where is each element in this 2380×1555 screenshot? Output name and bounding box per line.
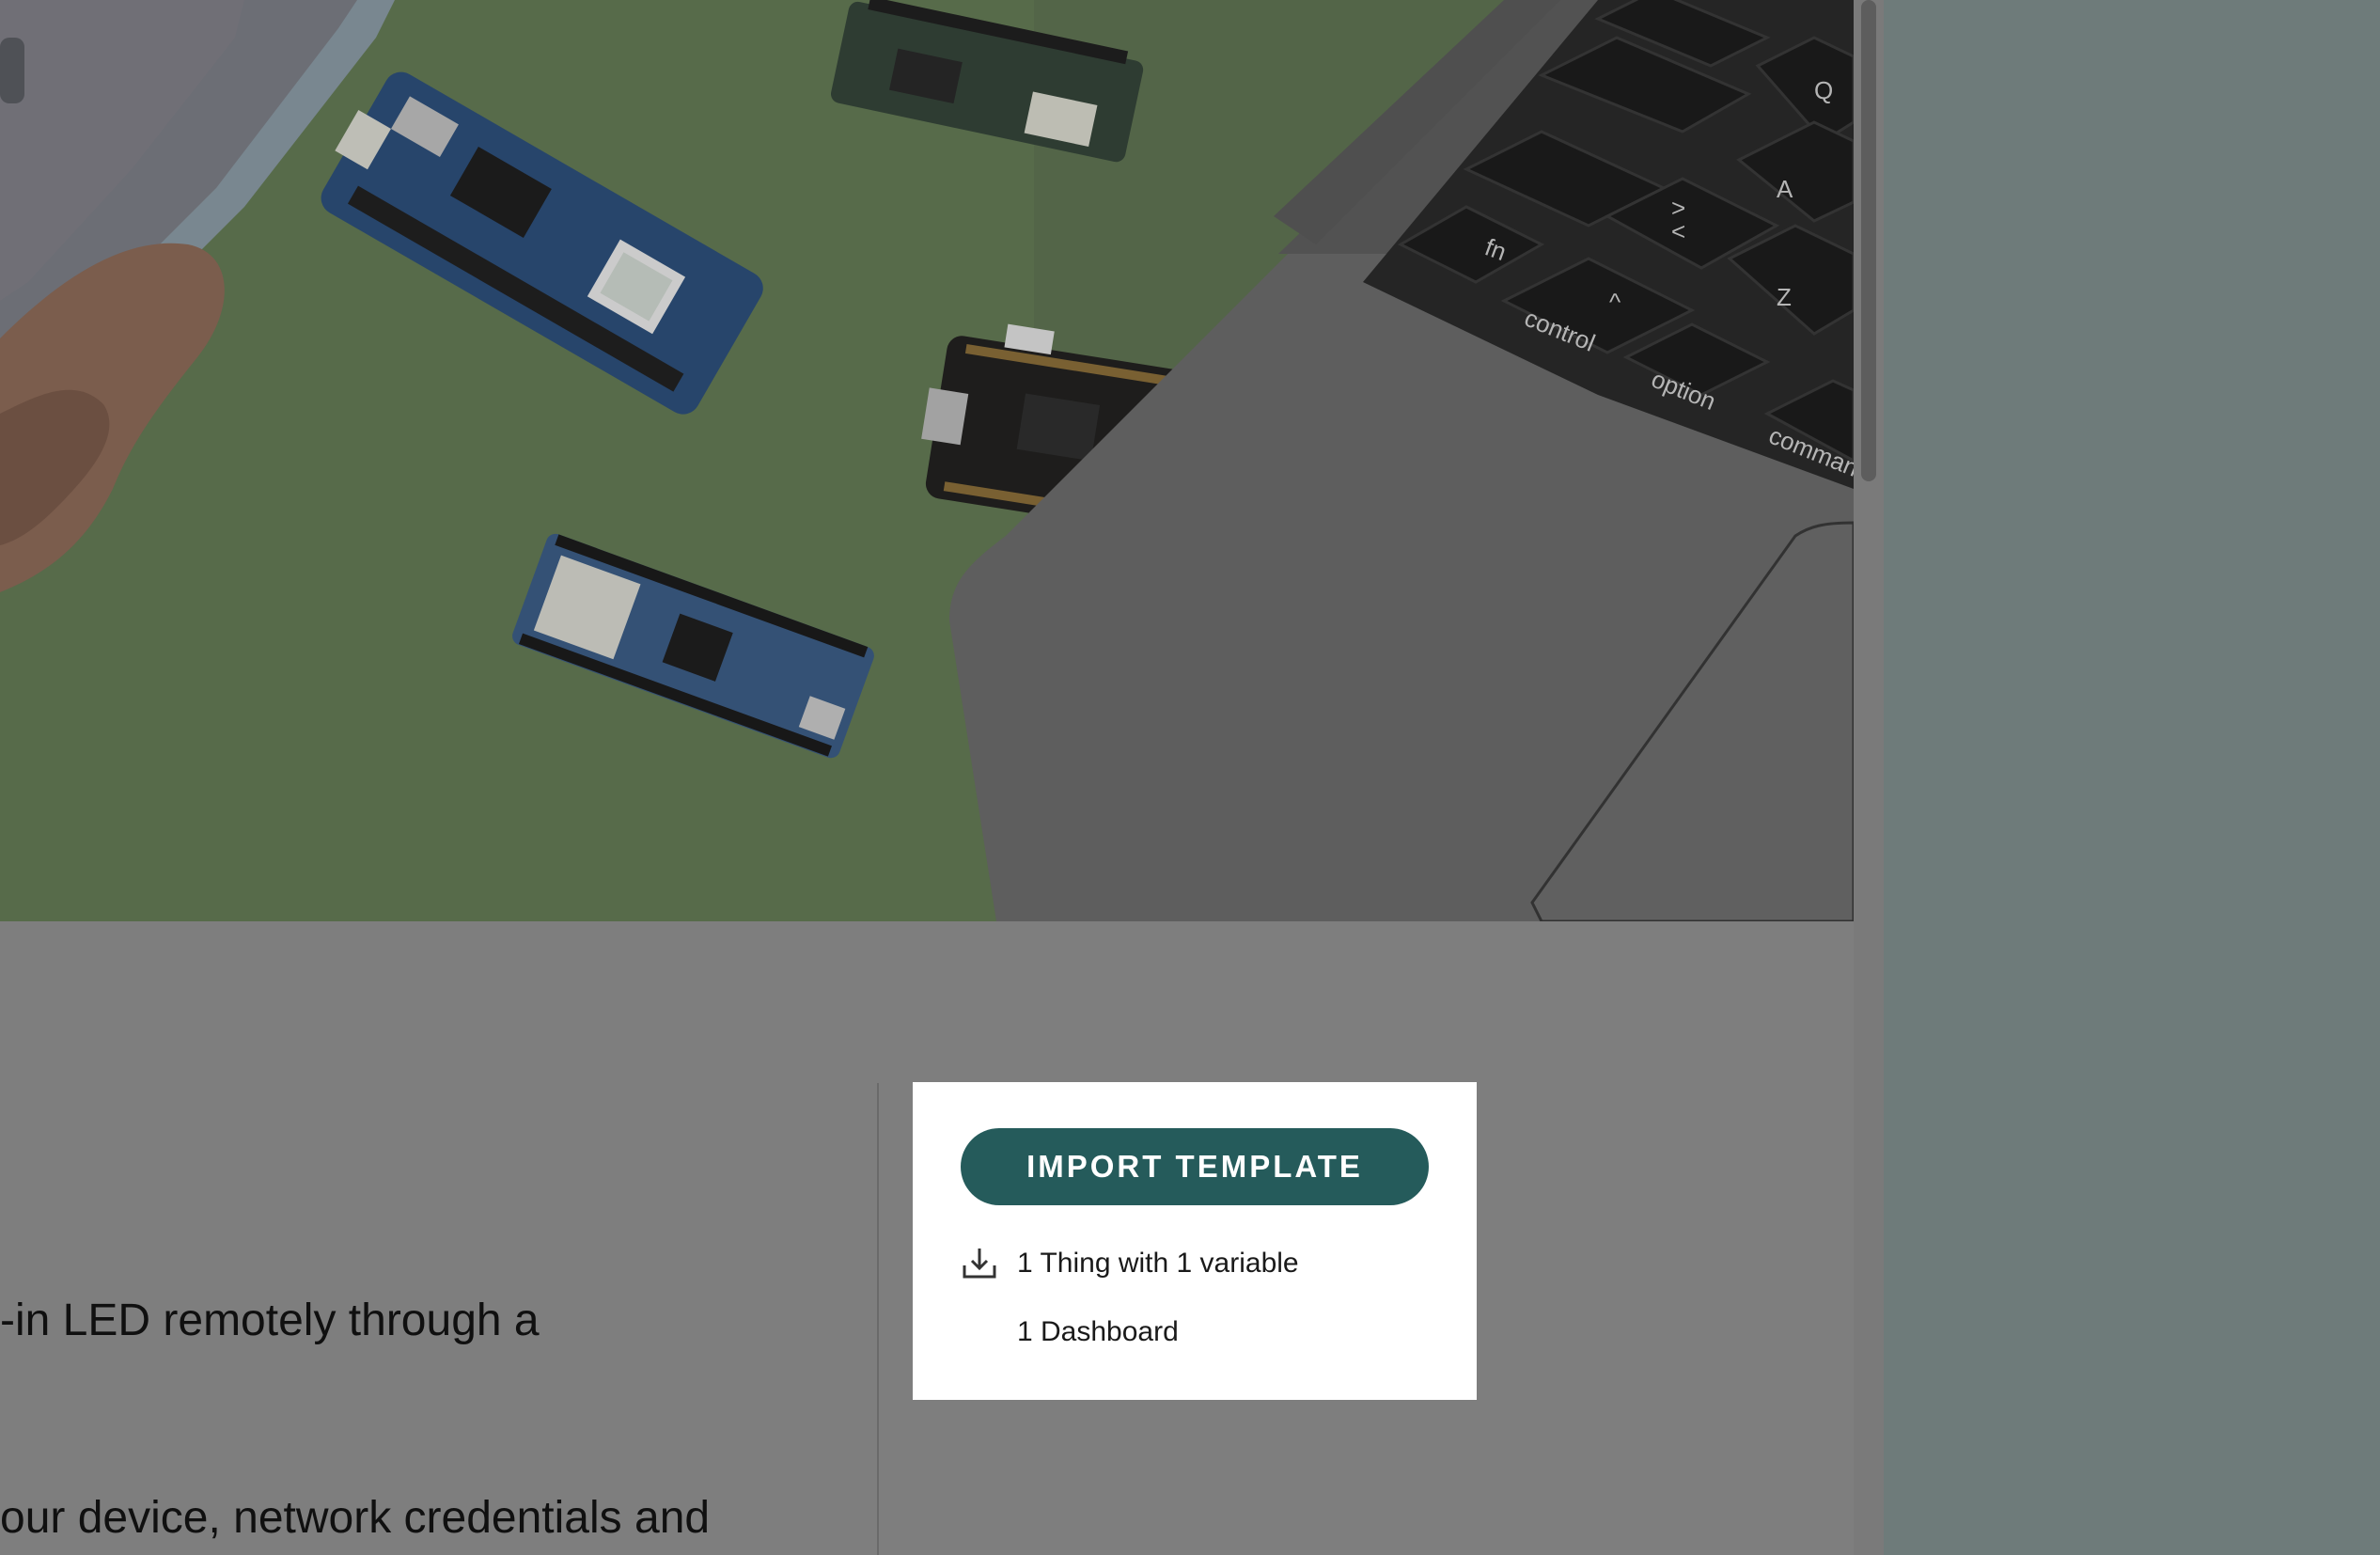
thing-include-row: 1 Thing with 1 variable: [961, 1243, 1299, 1284]
import-template-card: IMPORT TEMPLATE 1 Thing with 1 variable …: [913, 1082, 1477, 1400]
description-line-2: our device, network credentials and: [0, 1493, 711, 1543]
download-icon: [961, 1245, 998, 1282]
column-divider: [877, 1083, 879, 1555]
dashboard-include-row: 1 Dashboard: [961, 1312, 1179, 1353]
app-window: Q A Z fn control option comman < > ^ -in…: [0, 0, 2380, 1555]
template-detail-panel: Q A Z fn control option comman < > ^ -in…: [0, 0, 1854, 1555]
scrollbar-thumb[interactable]: [1861, 0, 1876, 481]
thing-include-label: 1 Thing with 1 variable: [1017, 1248, 1299, 1279]
import-template-button[interactable]: IMPORT TEMPLATE: [961, 1128, 1429, 1205]
dashboard-include-label: 1 Dashboard: [1017, 1316, 1179, 1347]
hero-image: Q A Z fn control option comman < > ^: [0, 0, 1854, 921]
description-line-1: -in LED remotely through a: [0, 1296, 540, 1345]
